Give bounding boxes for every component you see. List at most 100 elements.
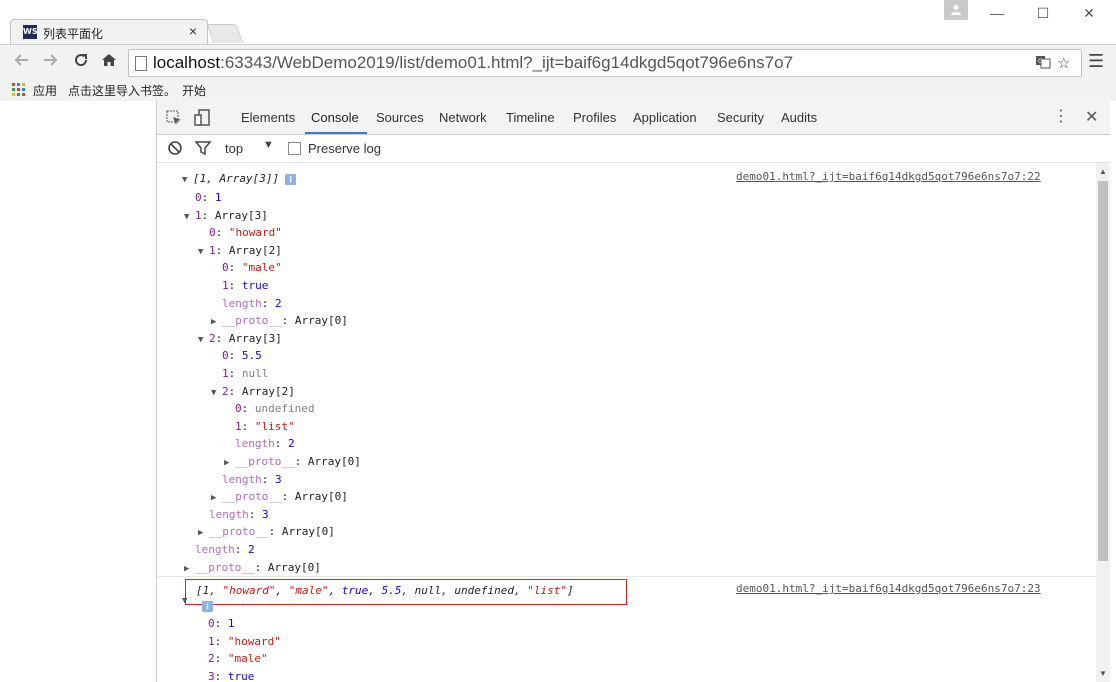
context-selector[interactable]: top — [225, 141, 243, 156]
property-key: 1 — [222, 279, 229, 292]
tab-security[interactable]: Security — [717, 110, 764, 125]
home-icon[interactable] — [98, 51, 120, 73]
chevron-down-icon[interactable]: ▼ — [263, 139, 274, 151]
console-tree-row[interactable]: ▶ __proto__: Array[0] — [198, 523, 335, 540]
console-tree-row[interactable]: ▶ __proto__: Array[0] — [224, 453, 361, 470]
minimize-button[interactable]: — — [982, 2, 1012, 24]
start-link[interactable]: 开始 — [182, 82, 206, 99]
back-arrow-icon[interactable] — [10, 51, 32, 73]
inspect-icon[interactable] — [165, 109, 183, 127]
console-tree-row[interactable]: ▶ __proto__: Array[0] — [184, 559, 321, 576]
console-tree-row: length: 3 — [209, 507, 269, 521]
property-key: 3 — [208, 669, 215, 682]
devtools-panel: Elements Console Sources Network Timeline Pro… — [157, 101, 1116, 682]
apps-grid-icon[interactable] — [12, 83, 25, 96]
device-icon[interactable] — [194, 109, 212, 127]
property-value: 2 — [248, 543, 255, 556]
tab-title: 列表平面化 — [43, 27, 104, 41]
console-tree-row[interactable]: ▶ __proto__: Array[0] — [211, 488, 348, 505]
collapse-triangle-icon[interactable]: ▼ — [198, 244, 209, 261]
property-value: 2 — [288, 437, 295, 451]
console-tree-row: 0: "male" — [222, 261, 282, 275]
expand-triangle-icon[interactable]: ▼ — [182, 172, 193, 189]
page-content — [0, 101, 157, 682]
property-key: __proto__ — [222, 490, 282, 504]
collapse-triangle-icon[interactable]: ▼ — [211, 385, 222, 402]
maximize-button[interactable]: ☐ — [1028, 2, 1058, 24]
info-icon[interactable]: i — [285, 173, 297, 185]
tab-elements[interactable]: Elements — [241, 110, 295, 125]
property-key: 0 — [235, 402, 242, 416]
property-value: true — [227, 669, 255, 682]
scroll-thumb[interactable] — [1098, 181, 1108, 561]
property-value: Array[0] — [307, 455, 361, 468]
tab-audits[interactable]: Audits — [781, 110, 817, 125]
collapse-triangle-icon[interactable]: ▼ — [198, 332, 209, 349]
summary-part: , — [368, 584, 382, 597]
property-value: Array[0] — [294, 314, 348, 328]
info-icon[interactable]: i — [196, 597, 213, 614]
new-tab-button[interactable] — [206, 24, 244, 43]
user-icon[interactable] — [944, 0, 968, 20]
tab-profiles[interactable]: Profiles — [573, 110, 616, 125]
property-value: 5.5 — [241, 349, 262, 363]
tab-network[interactable]: Network — [439, 110, 487, 125]
collapse-triangle-icon[interactable]: ▼ — [184, 209, 195, 226]
property-key: 0 — [222, 349, 229, 363]
devtools-close-icon[interactable]: ✕ — [1085, 107, 1098, 127]
forward-arrow-icon[interactable] — [40, 51, 62, 73]
reload-icon[interactable] — [70, 51, 92, 73]
property-value: true — [241, 279, 269, 292]
preserve-log-checkbox[interactable] — [288, 142, 301, 155]
property-value: Array[0] — [281, 525, 335, 539]
expand-triangle-icon[interactable]: ▶ — [211, 490, 222, 507]
console-tree-row: 0: undefined — [235, 402, 315, 416]
tab-close-icon[interactable]: × — [189, 23, 197, 39]
translate-icon[interactable]: G — [1035, 54, 1051, 74]
log-summary[interactable]: ▼ [1, Array[3]] i — [182, 170, 297, 189]
summary-part: [1, — [196, 584, 223, 597]
url-text[interactable]: localhost:63343/WebDemo2019/list/demo01.… — [153, 53, 793, 73]
property-key: 1 — [195, 208, 202, 222]
star-icon[interactable]: ☆ — [1057, 54, 1070, 72]
window-close-button[interactable]: ✕ — [1074, 2, 1104, 24]
source-link[interactable]: demo01.html?_ijt=baif6g14dkgd5qot796e6ns… — [736, 170, 1041, 183]
console-tree-row: 2: "male" — [208, 652, 268, 666]
console-tree-row: 1: "list" — [235, 419, 295, 433]
console-tree-row[interactable]: ▼ 2: Array[2] — [211, 383, 295, 400]
property-key: length — [209, 507, 249, 521]
scroll-down-icon[interactable]: ▼ — [1099, 669, 1107, 678]
property-value: 3 — [275, 472, 282, 486]
property-value: 2 — [275, 296, 282, 310]
browser-tab[interactable]: WS 列表平面化 × — [10, 19, 208, 46]
summary-part: ] — [566, 584, 574, 597]
filter-icon[interactable] — [194, 140, 213, 158]
scroll-up-icon[interactable]: ▲ — [1099, 167, 1107, 176]
console-tree-row[interactable]: ▼ 2: Array[3] — [198, 330, 282, 347]
menu-icon[interactable]: ☰ — [1088, 51, 1104, 72]
expand-triangle-icon[interactable]: ▶ — [198, 525, 209, 542]
tab-sources[interactable]: Sources — [376, 110, 424, 125]
console-tree-row[interactable]: ▼ 1: Array[3] — [184, 207, 268, 224]
more-options-icon[interactable]: ⋮ — [1053, 107, 1069, 127]
console-tree-row[interactable]: ▶ __proto__: Array[0] — [211, 312, 348, 329]
tab-console[interactable]: Console — [311, 110, 359, 125]
console-tree-row: 0: 1 — [195, 191, 222, 204]
address-bar[interactable]: localhost:63343/WebDemo2019/list/demo01.… — [128, 49, 1082, 77]
clear-console-icon[interactable] — [167, 140, 185, 158]
summary-part: "howard" — [222, 584, 276, 597]
console-tree-row: length: 2 — [195, 543, 255, 556]
apps-link[interactable]: 应用 — [33, 82, 57, 99]
import-bookmarks-link[interactable]: 点击这里导入书签。 — [68, 82, 176, 99]
source-link[interactable]: demo01.html?_ijt=baif6g14dkgd5qot796e6ns… — [736, 582, 1041, 595]
property-key: __proto__ — [222, 314, 282, 328]
tab-application[interactable]: Application — [633, 110, 697, 125]
expand-triangle-icon[interactable]: ▶ — [211, 314, 222, 331]
console-scrollbar[interactable]: ▲ ▼ — [1096, 163, 1110, 682]
devtools-tabbar: Elements Console Sources Network Timeline Pro… — [157, 101, 1110, 135]
console-tree-row[interactable]: ▼ 1: Array[2] — [198, 242, 282, 259]
log-summary[interactable]: [1, "howard", "male", true, 5.5, null, u… — [196, 582, 574, 599]
expand-triangle-icon[interactable]: ▶ — [224, 455, 235, 472]
tab-timeline[interactable]: Timeline — [506, 110, 555, 125]
collapse-triangle-icon[interactable]: ▼ — [182, 591, 193, 608]
